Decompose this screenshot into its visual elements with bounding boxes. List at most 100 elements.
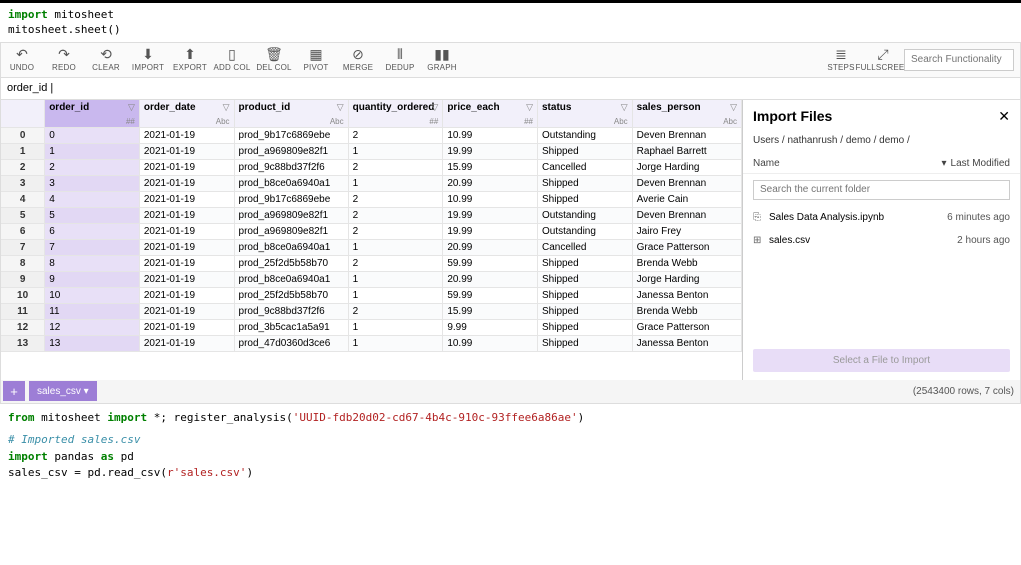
row-index[interactable]: 5 xyxy=(1,208,45,224)
cell-order-date[interactable]: 2021-01-19 xyxy=(139,336,234,352)
cell-status[interactable]: Shipped xyxy=(537,176,632,192)
cell-person[interactable]: Jorge Harding xyxy=(632,272,741,288)
cell-quantity[interactable]: 1 xyxy=(348,272,443,288)
cell-person[interactable]: Deven Brennan xyxy=(632,176,741,192)
cell-person[interactable]: Averie Cain xyxy=(632,192,741,208)
cell-quantity[interactable]: 1 xyxy=(348,240,443,256)
cell-status[interactable]: Outstanding xyxy=(537,224,632,240)
close-icon[interactable]: ✕ xyxy=(998,108,1010,125)
undo-button[interactable]: ↶UNDO xyxy=(1,43,43,77)
cell-quantity[interactable]: 2 xyxy=(348,256,443,272)
cell-person[interactable]: Jairo Frey xyxy=(632,224,741,240)
cell-product-id[interactable]: prod_9c88bd37f2f6 xyxy=(234,160,348,176)
breadcrumb[interactable]: Users / nathanrush / demo / demo / xyxy=(743,133,1020,154)
cell-order-id[interactable]: 6 xyxy=(45,224,140,240)
formula-bar[interactable]: order_id | xyxy=(0,78,1021,100)
cell-order-id[interactable]: 9 xyxy=(45,272,140,288)
delcol-button[interactable]: 🗑DEL COL xyxy=(253,43,295,77)
select-file-import-button[interactable]: Select a File to Import xyxy=(753,349,1010,372)
cell-price[interactable]: 19.99 xyxy=(443,144,538,160)
cell-order-date[interactable]: 2021-01-19 xyxy=(139,192,234,208)
cell-price[interactable]: 20.99 xyxy=(443,240,538,256)
cell-status[interactable]: Shipped xyxy=(537,288,632,304)
cell-person[interactable]: Janessa Benton xyxy=(632,336,741,352)
cell-product-id[interactable]: prod_9b17c6869ebe xyxy=(234,192,348,208)
cell-person[interactable]: Brenda Webb xyxy=(632,256,741,272)
cell-product-id[interactable]: prod_25f2d5b58b70 xyxy=(234,288,348,304)
cell-product-id[interactable]: prod_25f2d5b58b70 xyxy=(234,256,348,272)
filter-icon[interactable]: ▽ xyxy=(337,102,344,113)
table-row[interactable]: 002021-01-19prod_9b17c6869ebe210.99Outst… xyxy=(1,128,742,144)
cell-quantity[interactable]: 2 xyxy=(348,160,443,176)
search-folder-input[interactable] xyxy=(753,180,1010,200)
cell-product-id[interactable]: prod_47d0360d3ce6 xyxy=(234,336,348,352)
filter-icon[interactable]: ▽ xyxy=(431,102,438,113)
table-row[interactable]: 112021-01-19prod_a969809e82f1119.99Shipp… xyxy=(1,144,742,160)
cell-status[interactable]: Shipped xyxy=(537,320,632,336)
cell-status[interactable]: Shipped xyxy=(537,144,632,160)
cell-order-id[interactable]: 0 xyxy=(45,128,140,144)
sort-arrow-icon[interactable]: ▾ xyxy=(941,158,946,169)
row-index[interactable]: 9 xyxy=(1,272,45,288)
cell-product-id[interactable]: prod_3b5cac1a5a91 xyxy=(234,320,348,336)
row-index[interactable]: 12 xyxy=(1,320,45,336)
cell-order-id[interactable]: 1 xyxy=(45,144,140,160)
pivot-button[interactable]: ▦PIVOT xyxy=(295,43,337,77)
sheet-tab-sales-csv[interactable]: sales_csv ▾ xyxy=(29,381,97,401)
cell-order-date[interactable]: 2021-01-19 xyxy=(139,240,234,256)
cell-person[interactable]: Deven Brennan xyxy=(632,208,741,224)
row-index[interactable]: 1 xyxy=(1,144,45,160)
filter-icon[interactable]: ▽ xyxy=(526,102,533,113)
cell-person[interactable]: Grace Patterson xyxy=(632,240,741,256)
cell-order-date[interactable]: 2021-01-19 xyxy=(139,224,234,240)
table-row[interactable]: 12122021-01-19prod_3b5cac1a5a9119.99Ship… xyxy=(1,320,742,336)
col-header-order-id[interactable]: order_id▽## xyxy=(45,100,140,128)
cell-product-id[interactable]: prod_b8ce0a6940a1 xyxy=(234,240,348,256)
table-row[interactable]: 10102021-01-19prod_25f2d5b58b70159.99Shi… xyxy=(1,288,742,304)
cell-price[interactable]: 20.99 xyxy=(443,272,538,288)
redo-button[interactable]: ↷REDO xyxy=(43,43,85,77)
cell-quantity[interactable]: 2 xyxy=(348,128,443,144)
cell-order-date[interactable]: 2021-01-19 xyxy=(139,272,234,288)
cell-person[interactable]: Grace Patterson xyxy=(632,320,741,336)
table-row[interactable]: 332021-01-19prod_b8ce0a6940a1120.99Shipp… xyxy=(1,176,742,192)
dedup-button[interactable]: ⫴DEDUP xyxy=(379,43,421,77)
cell-order-date[interactable]: 2021-01-19 xyxy=(139,256,234,272)
cell-price[interactable]: 20.99 xyxy=(443,176,538,192)
cell-product-id[interactable]: prod_a969809e82f1 xyxy=(234,224,348,240)
table-row[interactable]: 992021-01-19prod_b8ce0a6940a1120.99Shipp… xyxy=(1,272,742,288)
cell-status[interactable]: Shipped xyxy=(537,192,632,208)
table-row[interactable]: 772021-01-19prod_b8ce0a6940a1120.99Cance… xyxy=(1,240,742,256)
import-button[interactable]: ⬇IMPORT xyxy=(127,43,169,77)
cell-status[interactable]: Shipped xyxy=(537,336,632,352)
cell-price[interactable]: 10.99 xyxy=(443,192,538,208)
col-header-price[interactable]: price_each▽## xyxy=(443,100,538,128)
cell-price[interactable]: 15.99 xyxy=(443,304,538,320)
table-row[interactable]: 11112021-01-19prod_9c88bd37f2f6215.99Shi… xyxy=(1,304,742,320)
cell-order-id[interactable]: 10 xyxy=(45,288,140,304)
cell-price[interactable]: 59.99 xyxy=(443,256,538,272)
cell-status[interactable]: Shipped xyxy=(537,256,632,272)
cell-price[interactable]: 19.99 xyxy=(443,224,538,240)
col-header-quantity[interactable]: quantity_ordered▽## xyxy=(348,100,443,128)
table-row[interactable]: 442021-01-19prod_9b17c6869ebe210.99Shipp… xyxy=(1,192,742,208)
cell-product-id[interactable]: prod_b8ce0a6940a1 xyxy=(234,176,348,192)
fullscreen-button[interactable]: ⤢FULLSCREEN xyxy=(862,43,904,77)
cell-price[interactable]: 59.99 xyxy=(443,288,538,304)
row-index[interactable]: 2 xyxy=(1,160,45,176)
cell-order-date[interactable]: 2021-01-19 xyxy=(139,304,234,320)
clear-button[interactable]: ⟲CLEAR xyxy=(85,43,127,77)
cell-order-id[interactable]: 7 xyxy=(45,240,140,256)
row-index[interactable]: 6 xyxy=(1,224,45,240)
filter-icon[interactable]: ▽ xyxy=(621,102,628,113)
cell-status[interactable]: Cancelled xyxy=(537,160,632,176)
file-row-ipynb[interactable]: ⎘ Sales Data Analysis.ipynb 6 minutes ag… xyxy=(743,206,1020,229)
search-functionality-input[interactable] xyxy=(904,49,1014,71)
table-row[interactable]: 222021-01-19prod_9c88bd37f2f6215.99Cance… xyxy=(1,160,742,176)
cell-order-date[interactable]: 2021-01-19 xyxy=(139,160,234,176)
cell-product-id[interactable]: prod_9b17c6869ebe xyxy=(234,128,348,144)
cell-quantity[interactable]: 2 xyxy=(348,224,443,240)
cell-order-date[interactable]: 2021-01-19 xyxy=(139,144,234,160)
cell-product-id[interactable]: prod_a969809e82f1 xyxy=(234,208,348,224)
cell-order-date[interactable]: 2021-01-19 xyxy=(139,128,234,144)
